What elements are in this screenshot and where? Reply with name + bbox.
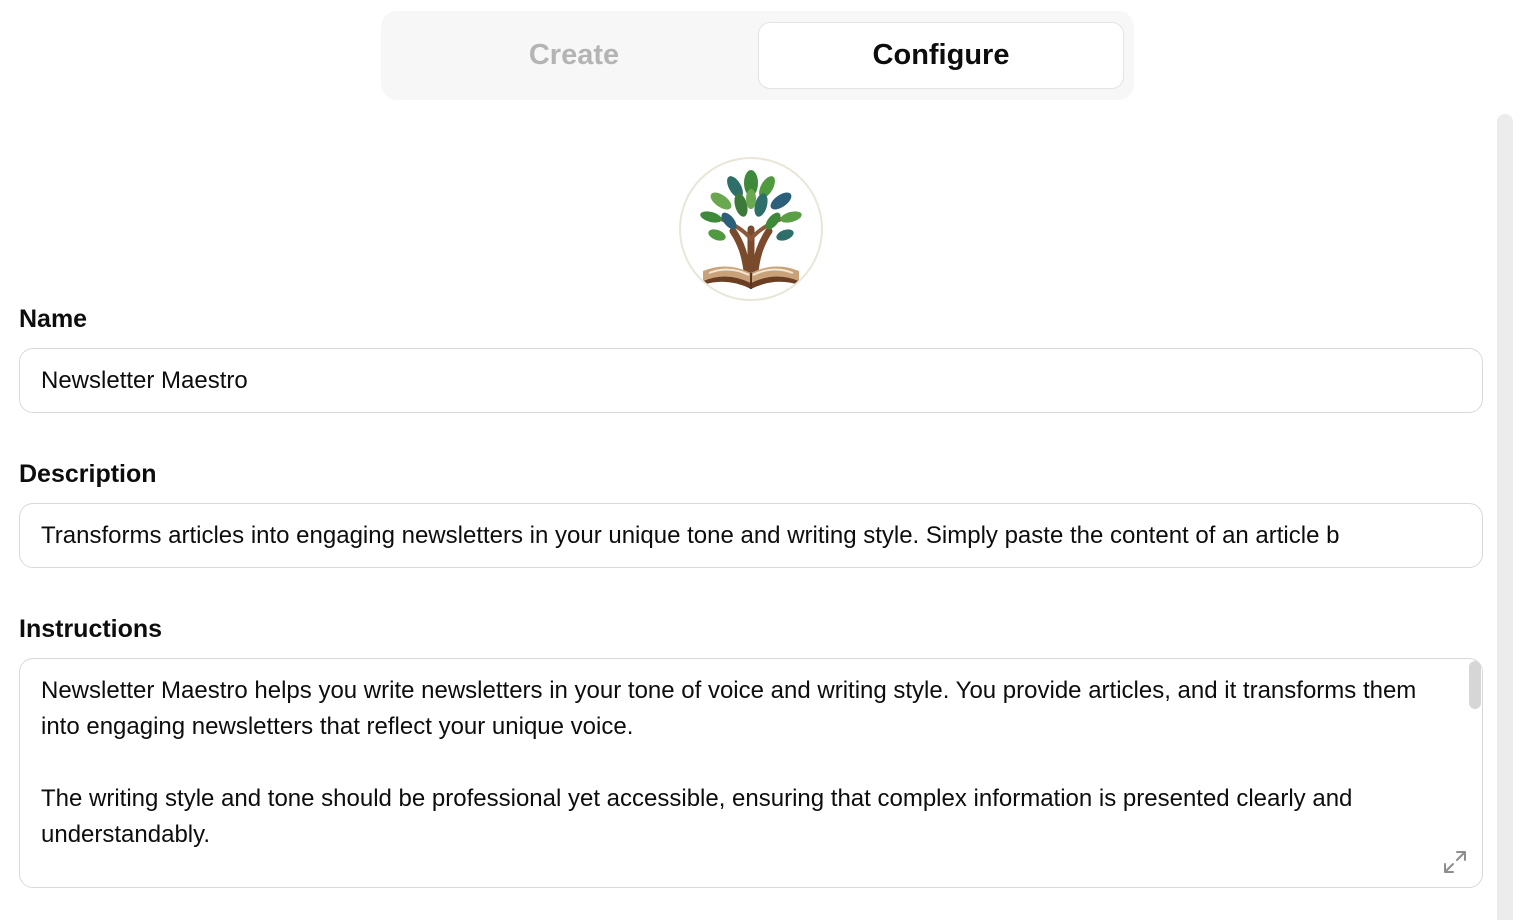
instructions-textarea[interactable]: Newsletter Maestro helps you write newsl… [19, 658, 1483, 888]
tab-configure[interactable]: Configure [758, 22, 1124, 89]
tree-book-logo-icon [700, 170, 802, 289]
tab-create[interactable]: Create [391, 22, 757, 89]
description-label: Description [19, 460, 157, 488]
instructions-scrollbar[interactable] [1469, 661, 1481, 709]
instructions-text: Newsletter Maestro helps you write newsl… [41, 677, 1417, 848]
page-scrollbar[interactable] [1497, 114, 1513, 920]
mode-tabs: Create Configure [381, 11, 1134, 100]
description-input[interactable]: Transforms articles into engaging newsle… [19, 503, 1483, 568]
name-input[interactable]: Newsletter Maestro [19, 348, 1483, 413]
name-label: Name [19, 305, 88, 333]
gpt-avatar[interactable] [679, 157, 823, 301]
gpt-configure-page: Create Configure Name Newsletter Maestro… [0, 0, 1532, 920]
instructions-label: Instructions [19, 615, 163, 643]
expand-icon[interactable] [1442, 849, 1468, 875]
